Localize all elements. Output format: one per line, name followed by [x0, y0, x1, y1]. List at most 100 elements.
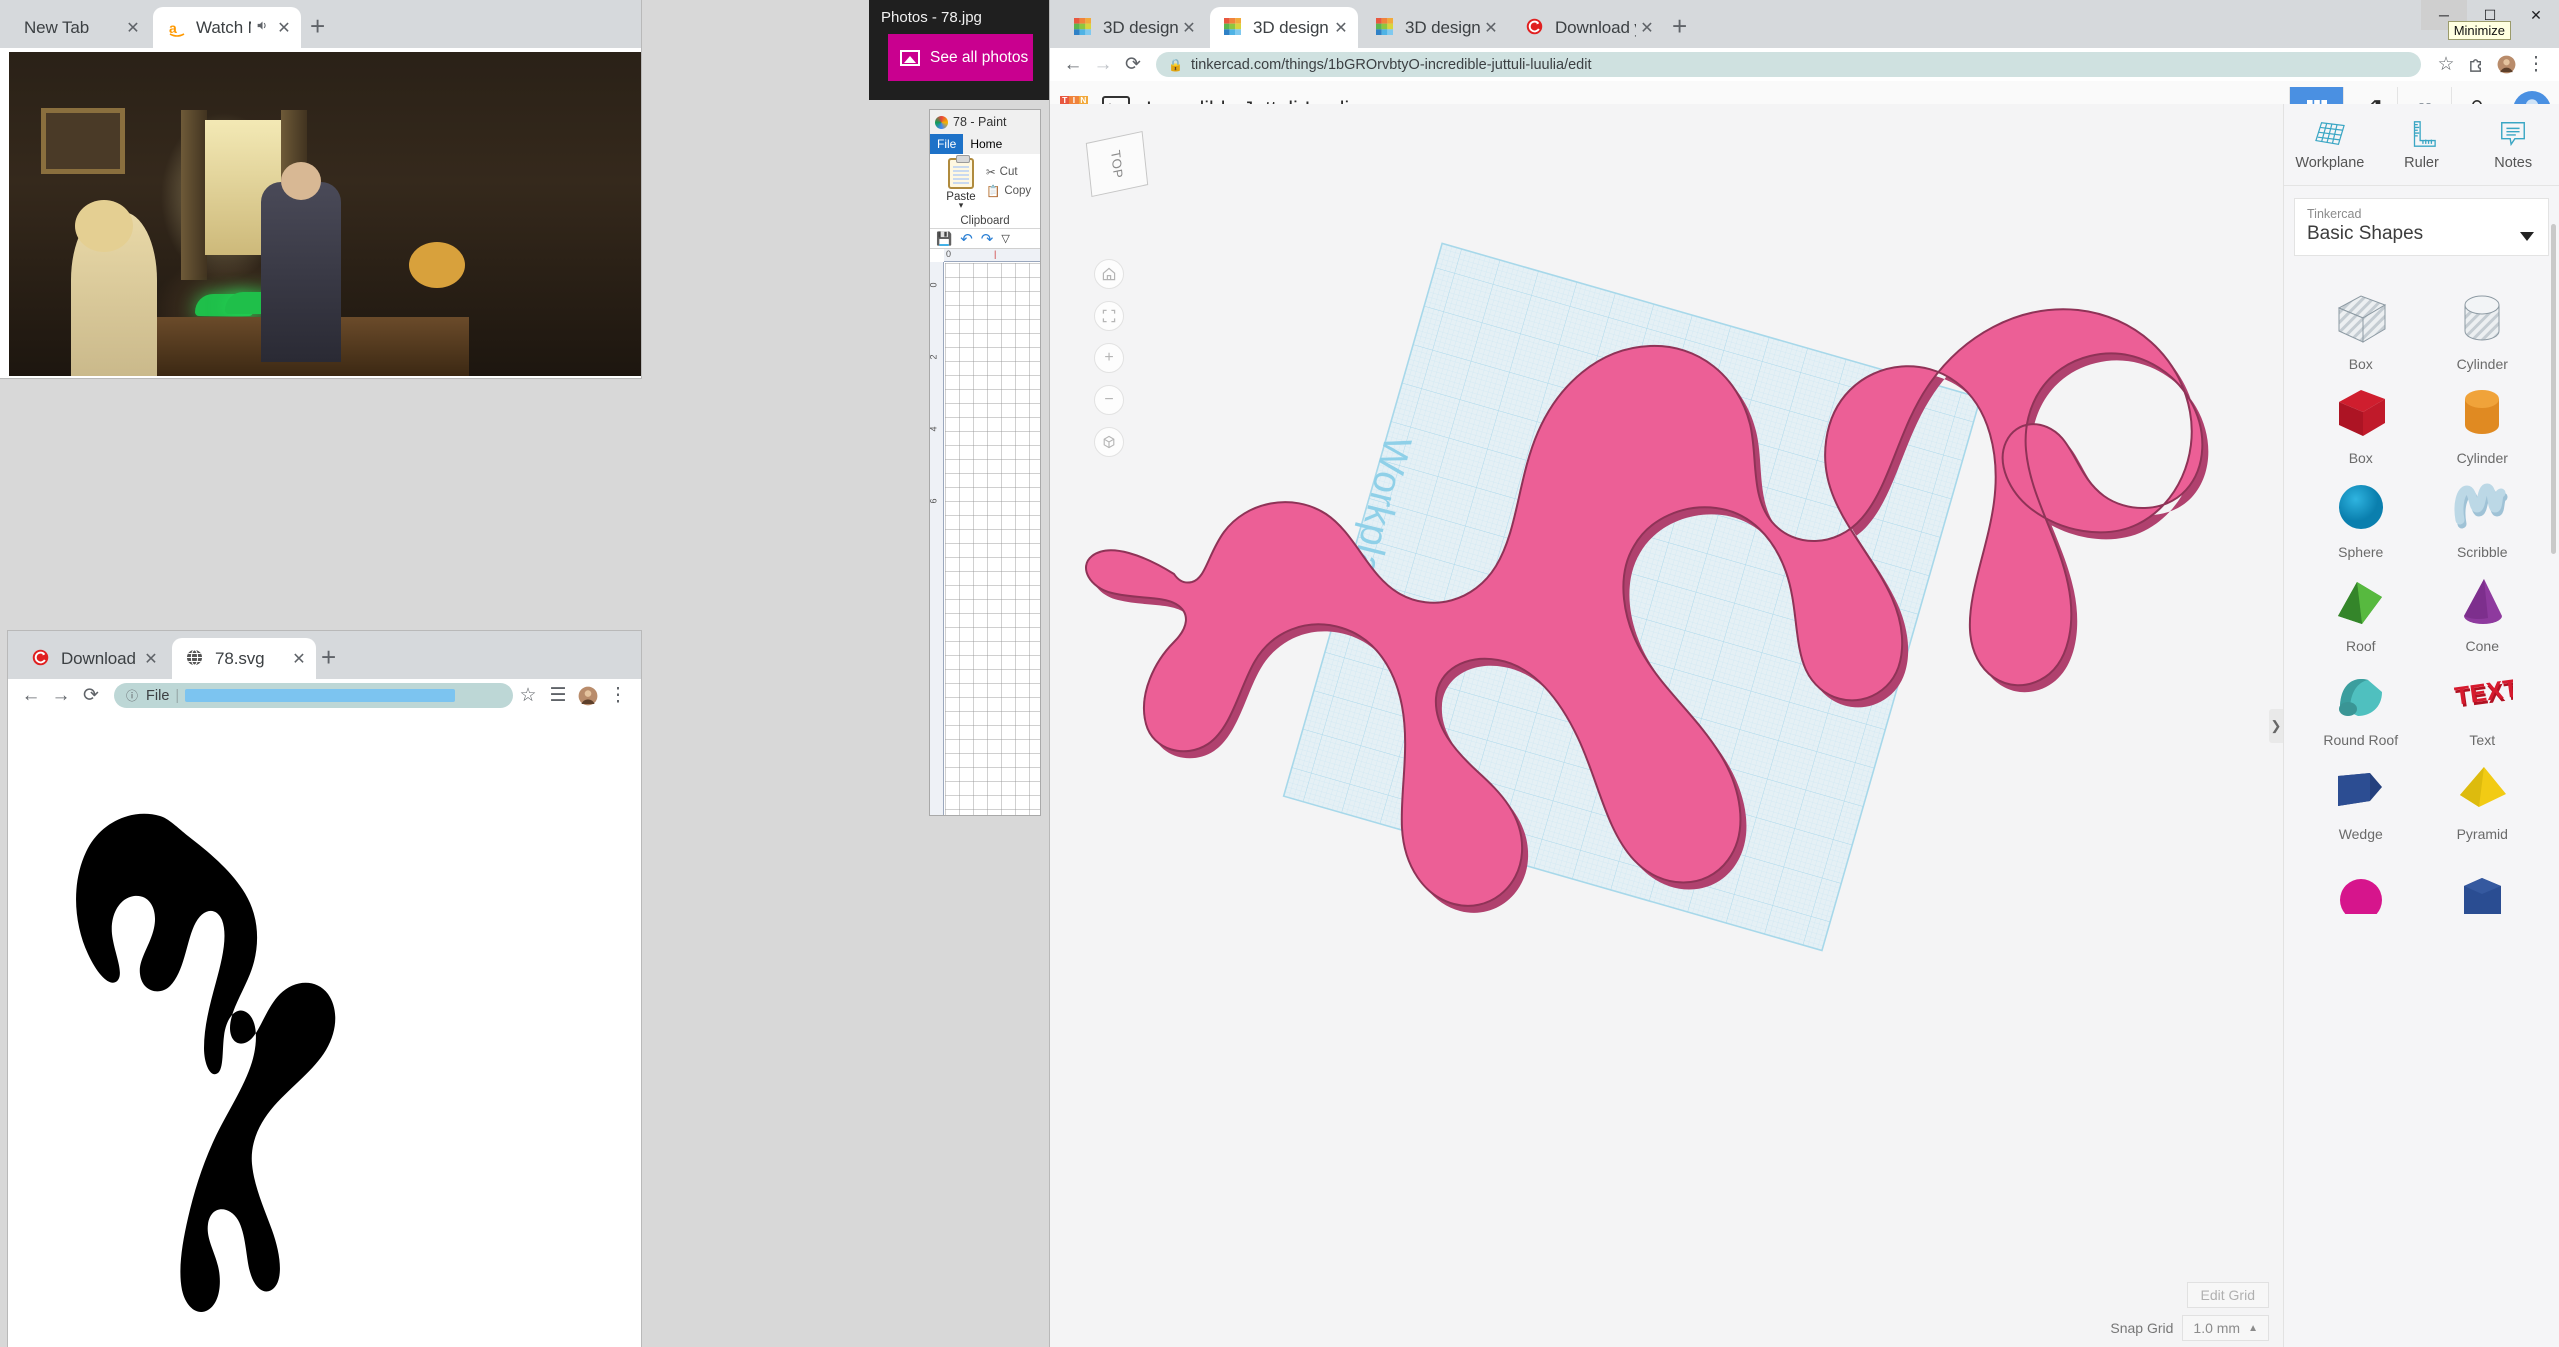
undo-icon[interactable]: ↶	[960, 230, 973, 248]
close-icon[interactable]: ✕	[288, 649, 310, 669]
puzzle-icon[interactable]	[2461, 50, 2491, 80]
browser-menu-icon[interactable]: ⋮	[603, 681, 633, 711]
bookmark-star-icon[interactable]: ☆	[2431, 50, 2461, 80]
url-scheme-label: File	[146, 688, 169, 704]
forward-icon[interactable]: →	[1088, 50, 1118, 80]
shape-label: Round Roof	[2323, 732, 2398, 748]
new-tab-button[interactable]: +	[310, 11, 325, 42]
shape-item-round-roof[interactable]: Round Roof	[2300, 664, 2422, 758]
minimize-tooltip: Minimize	[2448, 21, 2511, 40]
shapes-panel: Workplane Ruler	[2283, 104, 2559, 1347]
workplane-tool[interactable]: Workplane	[2284, 104, 2376, 185]
reload-icon[interactable]: ⟳	[1118, 50, 1148, 80]
close-icon[interactable]: ✕	[1636, 18, 1658, 38]
save-icon[interactable]: 💾	[936, 231, 952, 247]
snap-grid-select[interactable]: 1.0 mm ▲	[2182, 1315, 2269, 1341]
shape-item-sphere[interactable]: Sphere	[2300, 476, 2422, 570]
see-all-photos-button[interactable]: See all photos	[888, 34, 1033, 81]
avatar-icon[interactable]	[2491, 50, 2521, 80]
amazon-icon: a	[167, 18, 187, 38]
3d-viewport[interactable]: TOP + −	[1050, 104, 2283, 1347]
ruler-tool[interactable]: Ruler	[2376, 104, 2468, 185]
close-icon[interactable]: ✕	[140, 649, 162, 669]
paint-app-icon	[935, 116, 948, 129]
notes-tool[interactable]: Notes	[2467, 104, 2559, 185]
copy-button[interactable]: 📋 Copy	[986, 184, 1031, 198]
shape-item-cone[interactable]: Cone	[2422, 570, 2544, 664]
close-button[interactable]: ✕	[2513, 0, 2559, 30]
shape-item-scribble[interactable]: Scribble	[2422, 476, 2544, 570]
tab-convertio-download[interactable]: Download your file — Convertio ✕	[18, 638, 168, 679]
shape-item-box-hole[interactable]: Box	[2300, 288, 2422, 382]
chevron-down-icon[interactable]: ▾	[940, 203, 982, 208]
new-tab-button[interactable]: +	[1672, 11, 1687, 42]
video-player[interactable]	[9, 52, 641, 376]
photos-window: Photos - 78.jpg See all photos	[869, 0, 1050, 100]
shape-library-picker[interactable]: Tinkercad Basic Shapes	[2294, 198, 2549, 256]
tab-brave-bruticus[interactable]: 3D design Brave Bruticus-Jofo | T ✕	[1060, 7, 1206, 48]
paint-canvas[interactable]	[945, 263, 1040, 815]
address-bar[interactable]: ⓘ File |	[114, 683, 513, 708]
tab-new-tab[interactable]: New Tab ✕	[10, 7, 150, 48]
panel-scrollbar[interactable]	[2551, 224, 2556, 554]
customize-icon[interactable]: ▽	[1001, 232, 1009, 245]
tab-bodacious-jofo[interactable]: 3D design Bodacious Jofo | Tinke ✕	[1362, 7, 1508, 48]
shape-label: Scribble	[2457, 544, 2508, 560]
shape-row	[2300, 852, 2543, 946]
shape-item-text[interactable]: TEXT TEXT Text	[2422, 664, 2544, 758]
avatar-icon[interactable]	[573, 681, 603, 711]
tab-watch-mad-men[interactable]: a Watch Mad Men - Season 3 ✕	[153, 7, 301, 48]
shape-item-pyramid[interactable]: Pyramid	[2422, 758, 2544, 852]
close-icon[interactable]: ✕	[122, 18, 144, 38]
tab-incredible-juttuli[interactable]: 3D design Incredible Juttuli-Luuli ✕	[1210, 7, 1358, 48]
purple-cone-icon	[2422, 570, 2544, 634]
close-icon[interactable]: ✕	[1178, 18, 1200, 38]
shape-item-cylinder[interactable]: Cylinder	[2422, 382, 2544, 476]
info-icon[interactable]: ⓘ	[126, 687, 138, 704]
back-icon[interactable]: ←	[16, 681, 46, 711]
close-icon[interactable]: ✕	[1330, 18, 1352, 38]
edit-grid-button[interactable]: Edit Grid	[2187, 1282, 2269, 1308]
yellow-pyramid-icon	[2422, 758, 2544, 822]
browser-menu-icon[interactable]: ⋮	[2521, 50, 2551, 80]
lock-icon: 🔒	[1168, 58, 1183, 72]
workplane-icon	[2313, 119, 2347, 149]
bookmark-star-icon[interactable]: ☆	[513, 681, 543, 711]
cut-button[interactable]: ✂ Cut	[986, 165, 1018, 179]
reload-icon[interactable]: ⟳	[76, 681, 106, 711]
shape-item-roof[interactable]: Roof	[2300, 570, 2422, 664]
tab-file[interactable]: File	[930, 134, 963, 154]
decor-person-standing	[261, 182, 341, 362]
vertical-ruler: 0 2 4 6	[930, 262, 944, 815]
forward-icon[interactable]: →	[46, 681, 76, 711]
tinkercad-icon	[1224, 18, 1244, 38]
tab-convertio-download[interactable]: Download your file — Convertio ✕	[1512, 7, 1664, 48]
tab-home[interactable]: Home	[963, 134, 1009, 154]
reading-list-icon[interactable]: ☰	[543, 681, 573, 711]
scene-svg: Workplane	[1050, 104, 2283, 1347]
shape-item-hexagon[interactable]	[2422, 852, 2544, 946]
teal-round-roof-icon	[2300, 664, 2422, 728]
url-redacted-block	[185, 689, 455, 702]
shape-item-cylinder-hole[interactable]: Cylinder	[2422, 288, 2544, 382]
redo-icon[interactable]: ↷	[981, 230, 994, 248]
tab-78-svg[interactable]: 78.svg ✕	[172, 638, 316, 679]
cut-label: Cut	[1000, 166, 1018, 178]
chevron-down-icon[interactable]	[2520, 232, 2534, 241]
close-icon[interactable]: ✕	[273, 18, 295, 38]
new-tab-button[interactable]: +	[321, 642, 336, 673]
shape-item-box[interactable]: Box	[2300, 382, 2422, 476]
close-icon[interactable]: ✕	[1480, 18, 1502, 38]
collapse-panel-button[interactable]: ❯	[2269, 709, 2283, 743]
ruler-mark: 0	[930, 282, 939, 287]
speaker-icon[interactable]	[251, 19, 273, 37]
back-icon[interactable]: ←	[1058, 50, 1088, 80]
svg-browser-window: Download your file — Convertio ✕ 78.svg …	[8, 631, 641, 1347]
caret-up-icon: ▲	[2248, 1323, 2258, 1334]
address-bar[interactable]: 🔒 tinkercad.com/things/1bGROrvbtyO-incre…	[1156, 52, 2421, 77]
shape-item-wedge[interactable]: Wedge	[2300, 758, 2422, 852]
shape-item-half-sphere[interactable]	[2300, 852, 2422, 946]
paste-button[interactable]: Paste ▾	[940, 158, 982, 208]
shape-label: Cylinder	[2457, 356, 2508, 372]
file-globe-icon	[186, 649, 206, 669]
